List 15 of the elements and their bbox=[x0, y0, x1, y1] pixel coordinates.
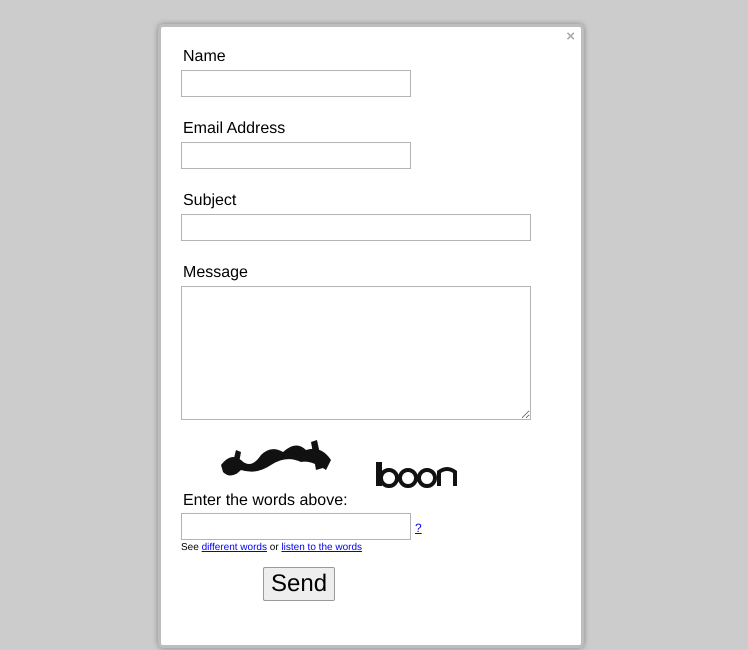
help-link[interactable]: ? bbox=[415, 518, 422, 536]
input-field[interactable] bbox=[181, 142, 411, 169]
listen-link[interactable]: listen to the words bbox=[281, 542, 362, 553]
different-words-link[interactable]: different words bbox=[202, 542, 267, 553]
captcha-input-field[interactable] bbox=[181, 513, 411, 540]
captcha-prompt: Enter the words above: bbox=[183, 491, 348, 511]
field-label: Subject bbox=[183, 191, 236, 211]
captcha-hint-text: See different words or listen to the words bbox=[181, 541, 362, 555]
input-field[interactable] bbox=[181, 214, 531, 241]
message-field[interactable] bbox=[181, 286, 531, 420]
input-field[interactable] bbox=[181, 70, 411, 97]
send-button[interactable]: Send bbox=[263, 567, 336, 601]
field-label: Email Address bbox=[183, 119, 286, 139]
field-label: Name bbox=[183, 47, 226, 67]
field-label: Message bbox=[183, 263, 248, 283]
